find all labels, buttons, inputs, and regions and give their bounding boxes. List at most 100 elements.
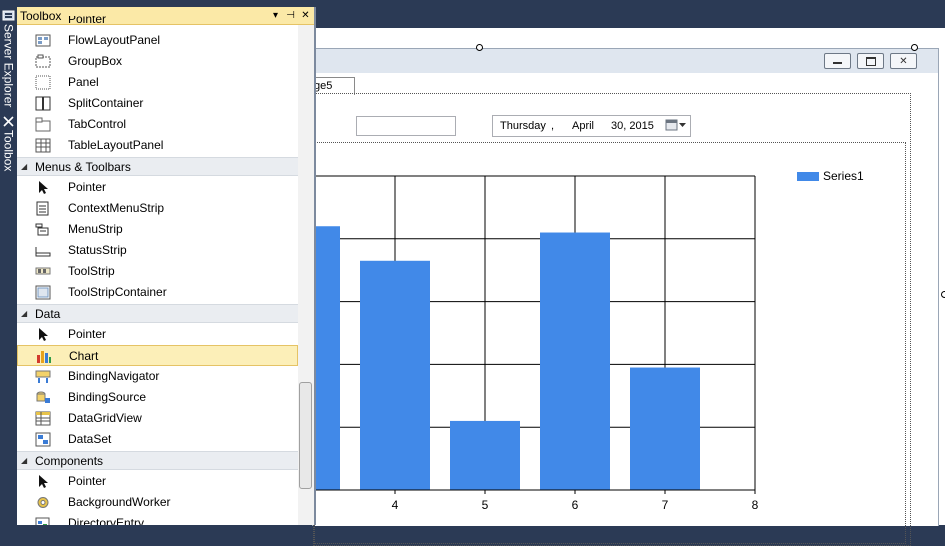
category-label: Data [35,306,61,321]
form-client-area[interactable]: ge5 Thursday , April 30, 2015 345678 [313,73,938,546]
resize-handle-right[interactable] [941,291,945,298]
toolbox-item-datagridview[interactable]: DataGridView [17,408,298,429]
collapse-arrow-icon: ◢ [21,456,28,465]
collapse-arrow-icon: ◢ [21,162,28,171]
contextmenustrip-icon [36,201,49,216]
date-separator: , [551,120,555,132]
toolbox-item-directoryentry[interactable]: DirectoryEntry [17,513,298,525]
toolbox-item-statusstrip[interactable]: StatusStrip [17,240,298,261]
x-tick-label: 4 [392,498,399,512]
close-icon[interactable]: ✕ [299,9,312,22]
legend-label: Series1 [823,169,864,183]
chart-legend: Series1 [797,169,864,183]
x-tick-label: 5 [482,498,489,512]
close-icon: ✕ [899,55,908,67]
backgroundworker-icon [37,497,49,508]
toolbox-item-label: Pointer [68,474,107,488]
calendar-dropdown-icon[interactable] [665,119,687,132]
date-picker[interactable]: Thursday , April 30, 2015 [492,115,691,137]
resize-handle-top-right[interactable] [911,44,918,51]
category-menus-toolbars[interactable]: ◢ Menus & Toolbars [17,157,298,176]
x-tick-label: 6 [572,498,579,512]
chart-bar [540,232,610,490]
bindingnavigator-icon [35,370,51,383]
toolbox-item-groupbox[interactable]: GroupBox [17,51,298,72]
groupbox-icon [35,54,51,68]
close-form-button[interactable]: ✕ [890,53,917,69]
toolbox-item-backgroundworker[interactable]: BackgroundWorker [17,492,298,513]
toolbox-item-label: ToolStripContainer [68,285,167,299]
splitcontainer-icon [35,96,51,111]
chart-bar [360,260,430,490]
toolbox-item-contextmenustrip[interactable]: ContextMenuStrip [17,198,298,219]
toolbox-tab-icon [3,116,14,127]
toolbox-item-bindingnavigator[interactable]: BindingNavigator [17,366,298,387]
maximize-button[interactable] [857,53,884,69]
minimize-icon [833,62,842,64]
chart-control[interactable]: 345678 Series1 [314,142,906,544]
toolbox-item[interactable]: Pointer [17,16,298,30]
tablelayoutpanel-icon [35,138,51,153]
server-explorer-label: Server Explorer [1,24,16,108]
toolbox-item-label: BackgroundWorker [68,495,171,509]
category-label: Menus & Toolbars [35,159,131,174]
toolbox-scrollbar[interactable] [298,25,314,525]
category-label: Components [35,453,104,468]
toolbox-item-label: SplitContainer [68,96,144,110]
datagridview-icon [35,411,51,426]
toolbox-item-pointer[interactable]: Pointer [17,471,298,492]
toolbox-item-splitcontainer[interactable]: SplitContainer [17,93,298,114]
toolbox-item-label: BindingNavigator [68,369,160,383]
tab-page-label: ge5 [314,80,333,92]
toolbox-item-label: MenuStrip [68,222,123,236]
toolbox-item-tabcontrol[interactable]: TabControl [17,114,298,135]
text-input[interactable] [356,116,456,136]
toolbox-item-label: ContextMenuStrip [68,201,165,215]
toolbox-item-label: DirectoryEntry [68,516,145,525]
toolbox-item-chart[interactable]: Chart [17,345,298,366]
tabcontrol-icon [35,117,51,132]
pointer-icon [39,181,48,194]
category-components[interactable]: ◢ Components [17,451,298,470]
toolbox-item-label: Chart [69,349,99,363]
form-window[interactable]: ✕ ge5 Thursday , April 30, 2015 4 5 6 7 … [312,48,939,546]
toolbox-item-bindingsource[interactable]: BindingSource [17,387,298,408]
tab-page-body[interactable]: Thursday , April 30, 2015 345678 Series1 [313,93,911,546]
date-day: Thursday [500,120,546,132]
toolbox-item-label: GroupBox [68,54,123,68]
date-month: April [572,120,595,132]
flowlayoutpanel-icon [35,34,51,47]
toolbox-item-pointer[interactable]: Pointer [17,324,298,345]
toolbox-tab[interactable]: Toolbox [0,112,17,171]
pointer-icon [39,328,48,341]
bindingsource-icon [36,391,50,403]
toolbox-item-label: DataGridView [68,411,142,425]
bar-chart: 345678 [315,175,759,512]
toolbox-item-pointer[interactable]: Pointer [17,177,298,198]
x-tick-label: 7 [662,498,669,512]
collapse-arrow-icon: ◢ [21,309,28,318]
pointer-icon [39,475,48,488]
toolbox-item-toolstripcontainer[interactable]: ToolStripContainer [17,282,298,303]
toolbox-panel[interactable]: Toolbox ▾ ⊣ ✕ Pointer FlowLayoutPanel Gr… [17,7,316,525]
toolbox-item-flowlayoutpanel[interactable]: FlowLayoutPanel [17,30,298,51]
dataset-icon [35,432,51,447]
toolbox-item-dataset[interactable]: DataSet [17,429,298,450]
toolbox-item-label: StatusStrip [68,243,127,257]
directoryentry-icon [35,517,50,525]
toolbox-item-tablelayoutpanel[interactable]: TableLayoutPanel [17,135,298,156]
form-title-bar[interactable]: ✕ [313,49,938,73]
server-explorer-tab[interactable]: Server Explorer [0,6,17,107]
chart-bar [630,367,700,490]
toolbox-item-menustrip[interactable]: MenuStrip [17,219,298,240]
category-data[interactable]: ◢ Data [17,304,298,323]
toolbox-item-label: Pointer [68,327,107,341]
toolbox-item-panel[interactable]: Panel [17,72,298,93]
resize-handle-top[interactable] [476,44,483,51]
toolbox-item-toolstrip[interactable]: ToolStrip [17,261,298,282]
toolbox-item-label: Panel [68,75,99,89]
toolbox-item-label: DataSet [68,432,112,446]
minimize-button[interactable] [824,53,851,69]
scrollbar-thumb[interactable] [299,382,312,489]
chart-bar [315,226,340,490]
